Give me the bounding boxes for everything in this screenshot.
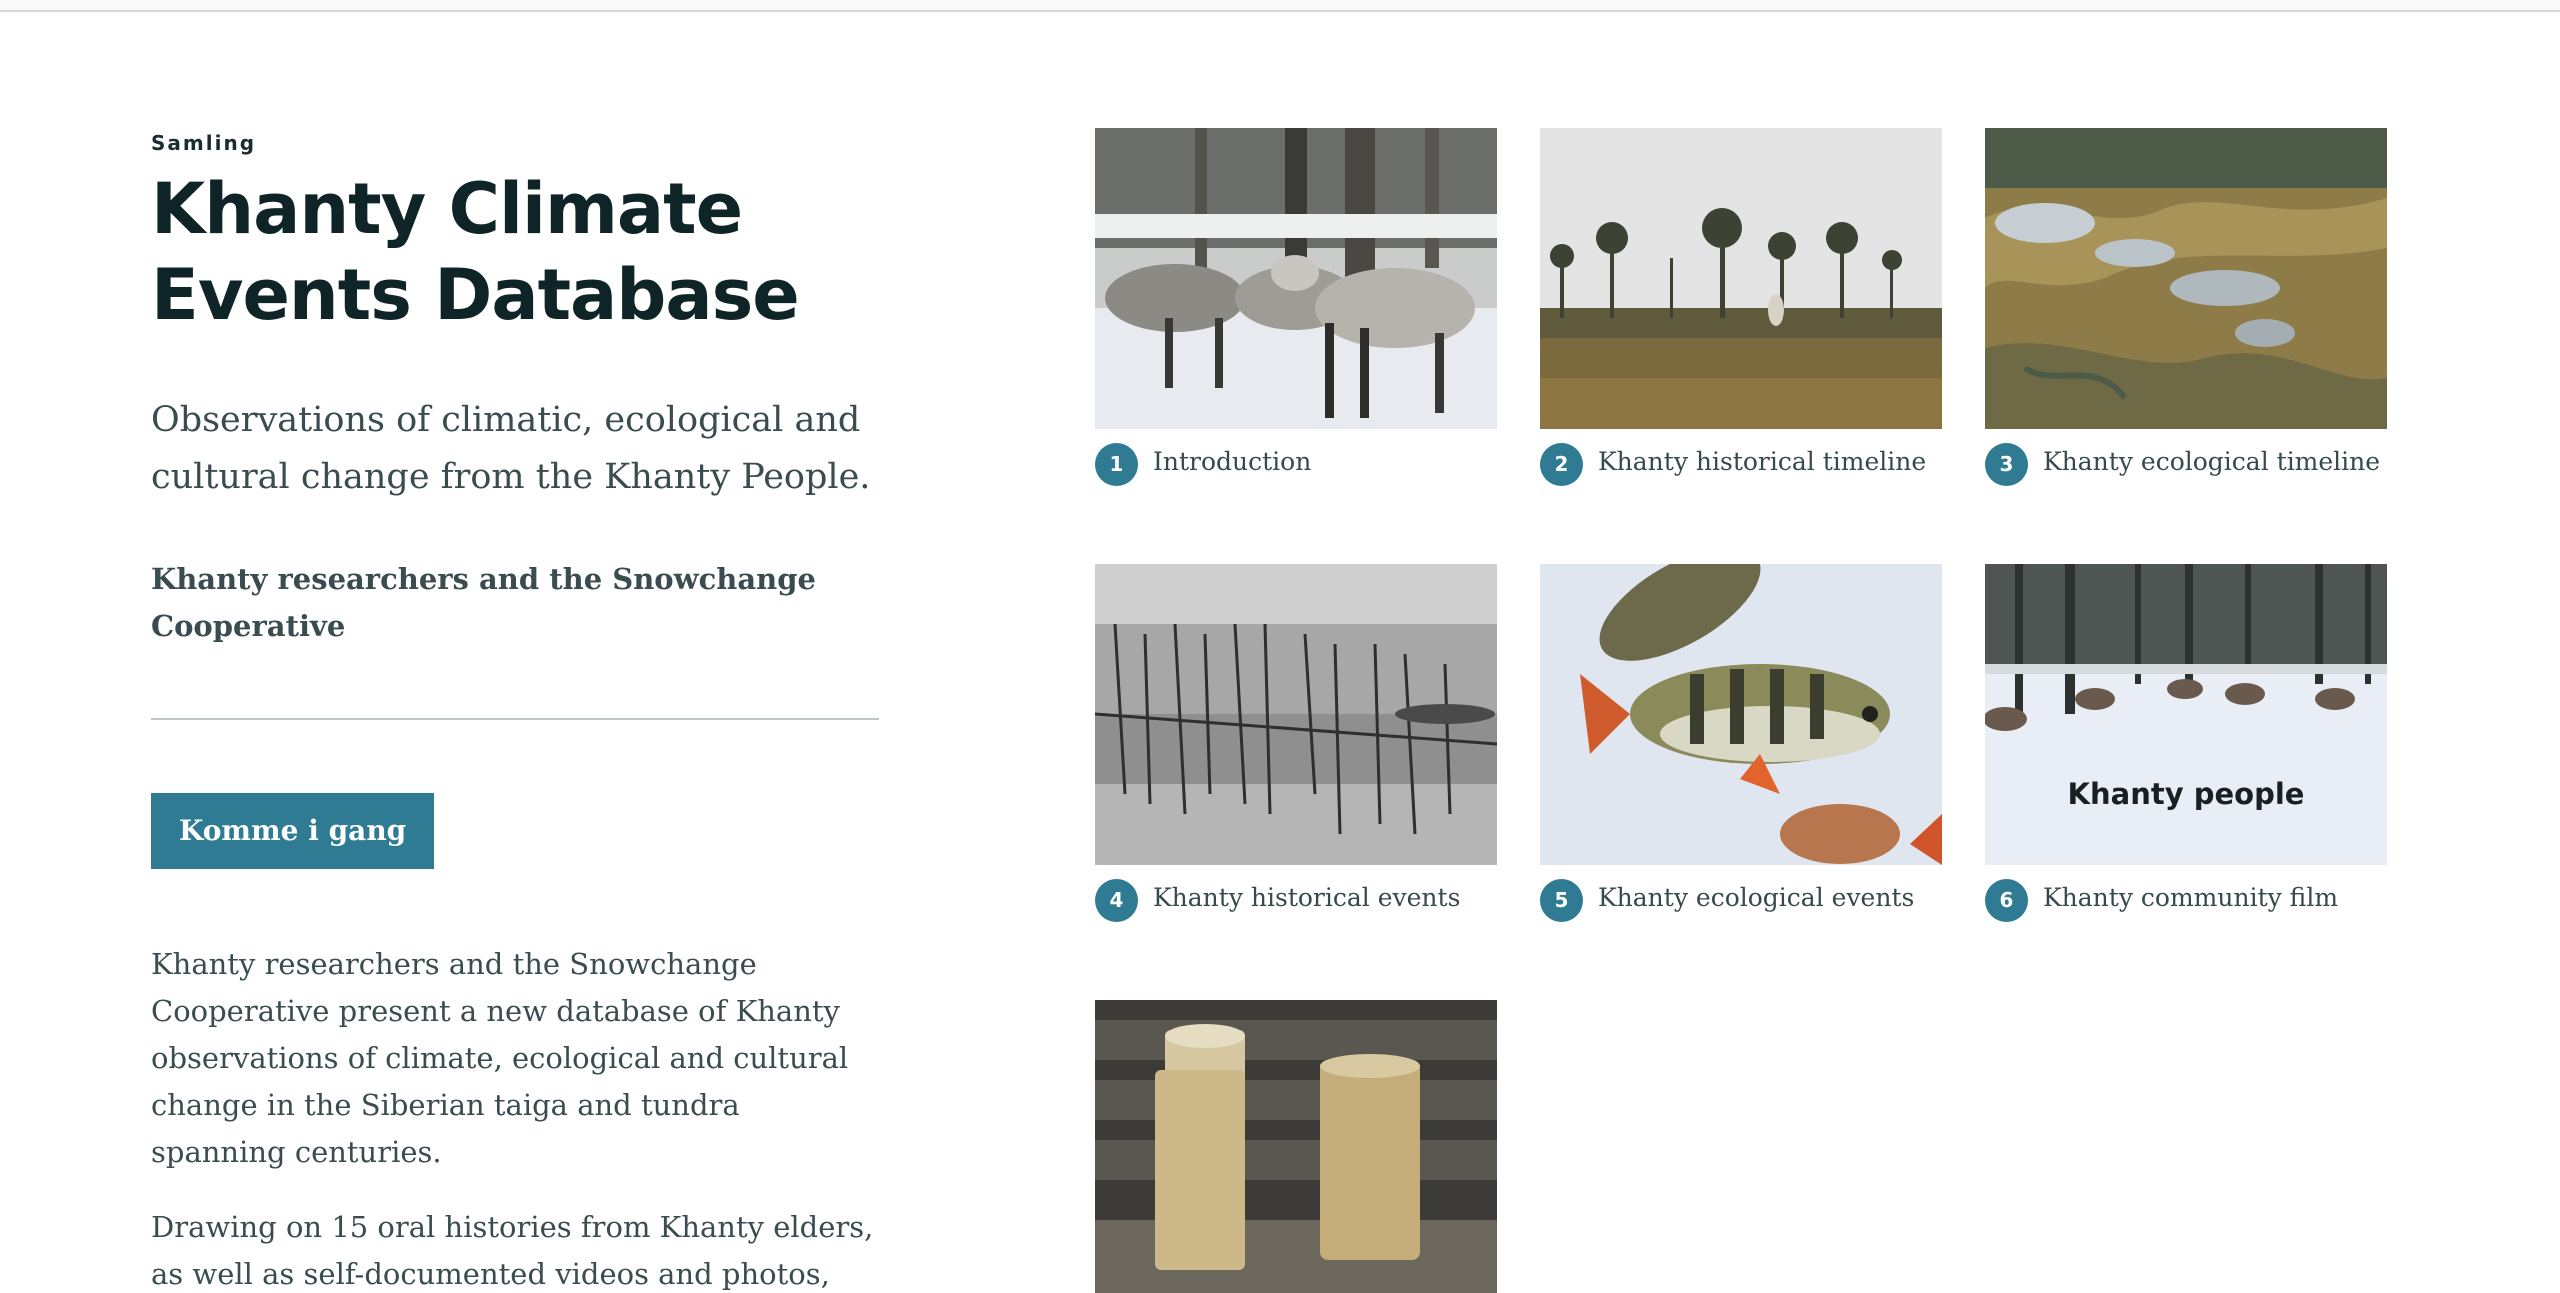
intro-paragraph: Drawing on 15 oral histories from Khanty…	[151, 1210, 874, 1291]
chapter-image-fish-weir[interactable]	[1095, 564, 1497, 865]
chapter-number-badge: 6	[1985, 878, 2028, 922]
chapter-number-badge: 3	[1985, 442, 2028, 486]
chapter-caption[interactable]: 5 Khanty ecological events	[1540, 878, 1914, 922]
chapter-caption[interactable]: 3 Khanty ecological timeline	[1985, 442, 2380, 486]
collection-eyebrow: Samling	[151, 131, 257, 155]
chapter-image-reindeer-forest[interactable]	[1095, 128, 1497, 429]
get-started-button[interactable]: Komme i gang	[151, 793, 435, 869]
chapter-caption[interactable]: 6 Khanty community film	[1985, 878, 2338, 922]
chapter-caption[interactable]: 4 Khanty historical events	[1095, 878, 1460, 922]
byline: Khanty researchers and the Snowchange Co…	[151, 562, 816, 643]
chapter-title[interactable]: Khanty historical timeline	[1598, 440, 1926, 484]
intro-paragraph: Khanty researchers and the Snowchange Co…	[151, 947, 849, 1169]
film-overlay-title: Khanty people	[2068, 777, 2305, 811]
chapter-number-badge: 4	[1095, 878, 1138, 922]
chapter-number-badge: 1	[1095, 442, 1138, 486]
page-subtitle: Observations of climatic, ecological and…	[151, 400, 871, 497]
chapter-title[interactable]: Khanty ecological timeline	[2043, 440, 2380, 484]
chapter-caption[interactable]: 1 Introduction	[1095, 442, 1311, 486]
chapter-image-bog-landscape[interactable]	[1540, 128, 1942, 429]
chapter-title[interactable]: Introduction	[1153, 440, 1311, 484]
chapter-image-reindeer-in-snow[interactable]: Khanty people	[1985, 564, 2387, 865]
chapter-image-aerial-wetland[interactable]	[1985, 128, 2387, 429]
top-bar-border	[0, 0, 2560, 12]
page-title: Khanty Climate Events Database	[151, 168, 800, 336]
chapter-title[interactable]: Khanty ecological events	[1598, 876, 1914, 920]
chapter-title[interactable]: Khanty community film	[2043, 876, 2338, 920]
chapter-image-perch-on-snow[interactable]	[1540, 564, 1942, 865]
chapter-number-badge: 2	[1540, 442, 1583, 486]
collection-intro: Samling Khanty Climate Events Database O…	[151, 128, 879, 1293]
chapter-number-badge: 5	[1540, 878, 1583, 922]
chapter-title[interactable]: Khanty historical events	[1153, 876, 1460, 920]
divider	[151, 718, 879, 720]
chapter-image-birch-bark-containers[interactable]	[1095, 1000, 1497, 1293]
chapter-caption[interactable]: 2 Khanty historical timeline	[1540, 442, 1926, 486]
